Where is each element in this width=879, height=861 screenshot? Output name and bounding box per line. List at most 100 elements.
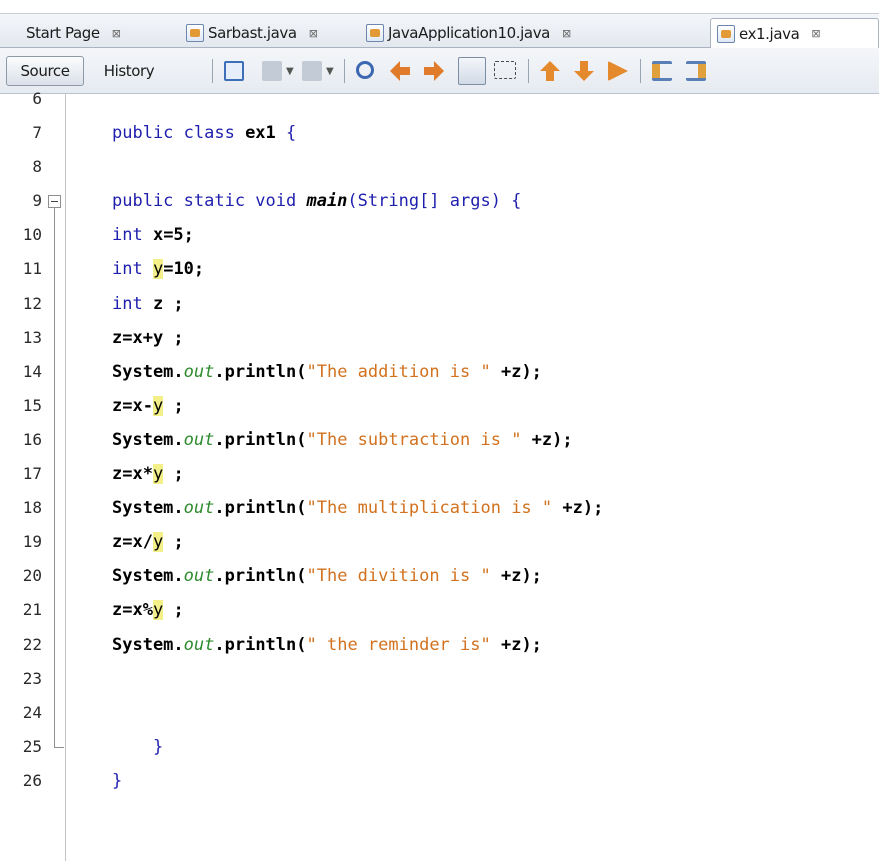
code-line[interactable]: 15 z=x-y ; [0, 389, 879, 423]
tab-ex1-java[interactable]: ex1.java ⊠ [710, 18, 879, 48]
line-number: 25 [22, 736, 42, 756]
code-line[interactable]: 24 [0, 696, 879, 730]
code-token: z ; [152, 293, 184, 314]
line-number: 7 [32, 123, 42, 142]
previous-bookmark-icon[interactable] [540, 61, 560, 81]
tab-javaapplication10-java[interactable]: JavaApplication10.java ⊠ [366, 18, 571, 48]
find-next-icon[interactable] [424, 61, 444, 81]
line-number: 26 [22, 770, 42, 790]
shift-right-icon[interactable] [686, 61, 706, 81]
code-token: "The multiplication is " [306, 498, 553, 519]
last-edit-icon[interactable] [224, 61, 244, 81]
code-token: .println( [214, 634, 307, 655]
code-line[interactable]: 17 z=x*y ; [0, 457, 879, 491]
find-icon[interactable] [356, 61, 374, 79]
code-token: public class [112, 123, 246, 143]
code-token: .println( [214, 498, 307, 519]
code-token: main [306, 191, 348, 212]
code-line[interactable]: 8 [0, 150, 879, 184]
code-token: y [152, 395, 164, 416]
code-line[interactable]: 21 z=x%y ; [0, 593, 879, 627]
chevron-down-icon[interactable]: ▼ [326, 66, 334, 77]
code-token: System. [112, 429, 184, 450]
close-icon[interactable]: ⊠ [309, 27, 318, 40]
toggle-bookmark-icon[interactable] [608, 61, 628, 81]
code-token: (String[] args) { [347, 191, 522, 212]
line-number: 11 [22, 259, 42, 279]
close-icon[interactable]: ⊠ [112, 27, 121, 40]
code-token: " the reminder is" [306, 634, 491, 655]
java-file-icon [186, 24, 204, 42]
code-text: System.out.println("The multiplication i… [112, 491, 603, 525]
code-token: z=x% [112, 600, 153, 621]
line-number: 8 [32, 157, 42, 177]
code-line[interactable]: 7 public class ex1 { [0, 116, 879, 150]
code-text: System.out.println("The subtraction is "… [112, 423, 573, 457]
close-icon[interactable]: ⊠ [811, 27, 820, 40]
code-line[interactable]: 16 System.out.println("The subtraction is… [0, 423, 879, 457]
code-line[interactable]: 19 z=x/y ; [0, 525, 879, 559]
code-line[interactable]: 26} [0, 764, 879, 798]
line-number: 21 [22, 600, 42, 620]
code-line[interactable]: 23 [0, 662, 879, 696]
next-bookmark-icon[interactable] [574, 61, 594, 81]
code-token: .println( [214, 429, 307, 450]
code-line[interactable]: 13 z=x+y ; [0, 321, 879, 355]
code-token: "The addition is " [306, 361, 491, 382]
code-line[interactable]: 18 System.out.println("The multiplication… [0, 491, 879, 525]
code-text: z=x/y ; [112, 525, 184, 559]
line-number: 12 [22, 293, 42, 313]
code-line[interactable]: 22 System.out.println(" the reminder is" … [0, 628, 879, 662]
code-text: System.out.println(" the reminder is" +z… [112, 628, 542, 662]
code-token: .println( [214, 566, 307, 587]
code-text: z=x*y ; [112, 457, 184, 491]
line-number: 10 [22, 225, 42, 245]
chevron-down-icon[interactable]: ▼ [286, 66, 294, 77]
code-token: z=x/ [112, 532, 153, 553]
code-line[interactable]: 9 public static void main(String[] args) … [0, 184, 879, 218]
line-number: 16 [22, 429, 42, 449]
collapse-icon[interactable] [48, 195, 61, 209]
fold-guide-line [54, 208, 55, 747]
line-number: 9 [32, 191, 42, 211]
code-token: System. [112, 634, 184, 655]
code-token: y [152, 600, 164, 621]
code-text: public class ex1 { [112, 116, 296, 150]
code-line[interactable]: 20 System.out.println("The divition is " … [0, 559, 879, 593]
code-text: int z ; [112, 287, 184, 321]
code-token: ; [163, 464, 184, 484]
line-number: 6 [32, 88, 42, 108]
forward-icon[interactable] [302, 61, 322, 81]
close-icon[interactable]: ⊠ [562, 27, 571, 40]
code-token: "The divition is " [306, 566, 491, 587]
code-editor[interactable]: 6 7 public class ex1 {8 9 public static void… [0, 89, 879, 861]
code-line[interactable]: 25 } [0, 730, 879, 764]
code-token: System. [112, 361, 184, 382]
code-token: ex1 [245, 123, 276, 143]
shift-left-icon[interactable] [652, 61, 672, 81]
line-number: 24 [22, 702, 42, 722]
tab-label: JavaApplication10.java [388, 24, 550, 42]
find-previous-icon[interactable] [390, 61, 410, 81]
code-token: y [152, 259, 164, 280]
tab-start-page[interactable]: Start Page ⊠ [26, 18, 121, 48]
code-token: +z); [490, 634, 542, 655]
code-token: int [112, 225, 153, 246]
code-line[interactable]: 12 int z ; [0, 287, 879, 321]
java-file-icon [366, 24, 384, 42]
code-token: =10; [163, 259, 205, 280]
code-line[interactable]: 10 int x=5; [0, 218, 879, 252]
tab-sarbast-java[interactable]: Sarbast.java ⊠ [186, 18, 318, 48]
code-token: ; [163, 532, 184, 553]
code-token: { [275, 123, 297, 143]
line-number: 18 [22, 498, 42, 518]
code-line[interactable]: 11 int y=10; [0, 252, 879, 286]
back-icon[interactable] [262, 61, 282, 81]
rect-select-icon[interactable] [494, 61, 516, 79]
toggle-highlight-icon[interactable] [458, 57, 486, 85]
code-line[interactable]: 14 System.out.println("The addition is " … [0, 355, 879, 389]
code-token: z=x- [112, 395, 153, 416]
tab-label: Sarbast.java [208, 24, 297, 42]
code-text: int x=5; [112, 218, 194, 252]
java-file-icon [717, 24, 735, 43]
